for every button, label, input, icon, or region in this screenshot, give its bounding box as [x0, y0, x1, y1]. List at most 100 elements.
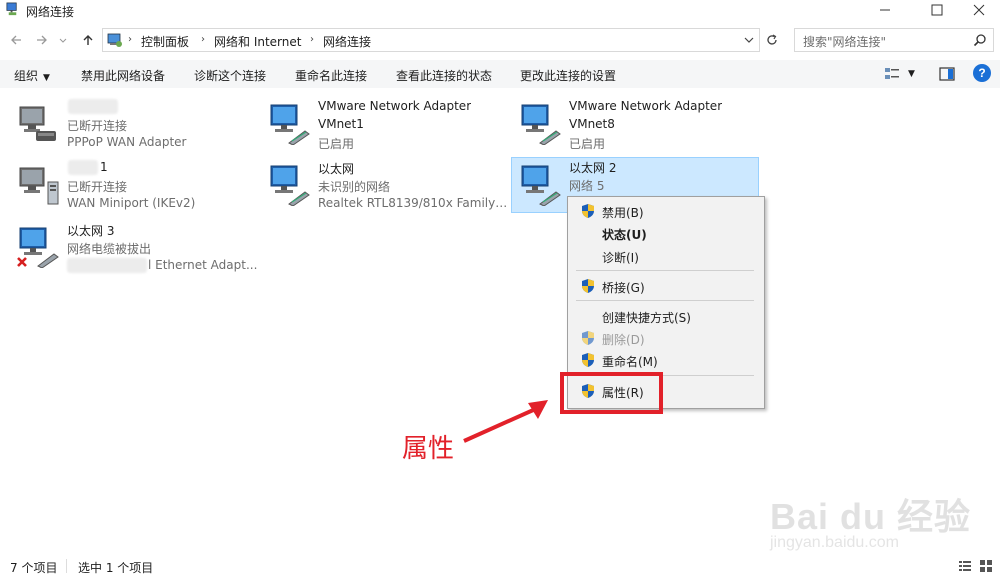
redacted-name: [68, 160, 98, 175]
highlight-box: [560, 372, 663, 414]
menu-item-rename[interactable]: 重命名(M): [570, 349, 762, 371]
connection-item-vmnet1[interactable]: VMware Network Adapter VMnet1 已启用: [263, 97, 511, 153]
connection-name: VMware Network Adapter: [318, 99, 472, 113]
back-button[interactable]: [8, 32, 24, 48]
watermark-brand: Bai du 经验: [770, 496, 972, 537]
connection-name: 以太网 2: [569, 161, 617, 175]
close-button[interactable]: [956, 0, 1000, 20]
search-placeholder: 搜索"网络连接": [803, 35, 887, 49]
menu-item-label: 禁用(B): [602, 206, 644, 220]
address-bar[interactable]: › 控制面板 › 网络和 Internet › 网络连接: [102, 28, 760, 52]
up-button[interactable]: [80, 32, 96, 48]
menu-separator: [576, 300, 754, 301]
chevron-down-icon[interactable]: [743, 34, 755, 46]
change-settings-button[interactable]: 更改此连接的设置: [520, 67, 616, 84]
connection-item-ethernet-3[interactable]: 以太网 3 网络电缆被拔出 l Ethernet Adapt...: [12, 220, 260, 276]
vpn-connection-icon: [19, 167, 59, 205]
selected-count: 选中 1 个项目: [78, 561, 154, 575]
connection-name: 以太网 3: [67, 224, 115, 238]
disable-device-button[interactable]: 禁用此网络设备: [81, 67, 165, 84]
search-box[interactable]: 搜索"网络连接": [794, 28, 994, 52]
redacted-device: [67, 258, 147, 273]
rename-button[interactable]: 重命名此连接: [295, 67, 367, 84]
connection-status: VMnet8: [569, 117, 615, 131]
connection-device: l Ethernet Adapt...: [148, 258, 258, 272]
view-status-button[interactable]: 查看此连接的状态: [396, 67, 492, 84]
menu-item-disable[interactable]: 禁用(B): [570, 200, 762, 222]
connection-status: 已断开连接: [67, 119, 128, 133]
organize-label: 组织: [14, 69, 39, 83]
connection-item-wan-miniport[interactable]: 1 已断开连接 WAN Miniport (IKEv2): [12, 158, 260, 214]
annotation-label: 属性: [402, 434, 455, 464]
breadcrumb-separator: ›: [201, 34, 205, 45]
maximize-icon: [931, 4, 943, 16]
breadcrumb-control-panel[interactable]: 控制面板: [141, 33, 189, 50]
menu-item-create-shortcut[interactable]: 创建快捷方式(S): [570, 305, 762, 327]
minimize-button[interactable]: [862, 0, 908, 20]
arrow-left-icon: [11, 35, 21, 45]
large-icons-view-icon[interactable]: [979, 559, 993, 573]
breadcrumb-network-internet[interactable]: 网络和 Internet: [214, 33, 301, 50]
menu-item-status[interactable]: 状态(U): [570, 222, 762, 244]
connection-name: 以太网: [318, 162, 355, 176]
search-icon[interactable]: [973, 33, 987, 47]
connection-device: Realtek RTL8139/810x Family F...: [318, 196, 508, 210]
maximize-button[interactable]: [914, 0, 960, 20]
connection-item-vmnet8[interactable]: VMware Network Adapter VMnet8 已启用: [514, 97, 762, 153]
window-title: 网络连接: [26, 5, 75, 19]
uac-shield-icon: [582, 331, 594, 345]
refresh-icon: [767, 34, 777, 45]
refresh-button[interactable]: [762, 30, 782, 50]
network-adapter-icon: [521, 165, 561, 206]
uac-shield-icon: [582, 279, 594, 293]
menu-item-label: 桥接(G): [602, 281, 645, 295]
menu-item-delete: 删除(D): [570, 327, 762, 349]
connection-status: VMnet1: [318, 117, 364, 131]
menu-item-label: 诊断(I): [602, 251, 639, 265]
forward-button[interactable]: [34, 32, 50, 48]
command-bar: 组织 ▼ 禁用此网络设备 诊断这个连接 重命名此连接 查看此连接的状态 更改此连接…: [0, 60, 1000, 88]
minimize-icon: [880, 9, 890, 11]
annotation-arrow-icon: [463, 400, 548, 443]
menu-item-label: 创建快捷方式(S): [602, 311, 691, 325]
connection-status: 网络电缆被拔出: [67, 242, 152, 256]
network-connections-icon: [6, 2, 17, 16]
change-view-icon[interactable]: [884, 66, 900, 82]
details-view-icon[interactable]: [958, 559, 972, 573]
baidu-watermark: Bai du 经验 jingyan.baidu.com: [766, 488, 996, 558]
organize-menu[interactable]: 组织 ▼: [14, 67, 50, 84]
menu-item-diagnose[interactable]: 诊断(I): [570, 245, 762, 267]
recent-locations-button[interactable]: [58, 32, 68, 48]
help-button[interactable]: ?: [973, 64, 991, 82]
network-adapter-icon: [270, 104, 310, 145]
status-separator: [66, 559, 67, 573]
breadcrumb-separator: ›: [128, 34, 132, 45]
status-bar: 7 个项目 选中 1 个项目: [0, 557, 1000, 575]
item-count: 7 个项目: [10, 561, 58, 575]
network-adapter-icon: [521, 104, 561, 145]
control-panel-icon: [107, 33, 122, 47]
close-icon: [973, 4, 985, 16]
view-options-dropdown[interactable]: ▼: [908, 69, 915, 79]
arrow-up-icon: [83, 35, 93, 45]
connection-name: VMware Network Adapter: [569, 99, 723, 113]
connection-status: 已断开连接: [67, 180, 128, 194]
redacted-name: [68, 99, 118, 114]
title-bar: 网络连接: [0, 0, 1000, 20]
breadcrumb-separator: ›: [310, 34, 314, 45]
uac-shield-icon: [582, 353, 594, 367]
connection-device: 已启用: [569, 137, 606, 151]
connection-status: 未识别的网络: [318, 180, 391, 194]
watermark-url: jingyan.baidu.com: [770, 534, 899, 551]
connection-device: WAN Miniport (IKEv2): [67, 196, 196, 210]
connection-item-pppop[interactable]: 已断开连接 PPPoP WAN Adapter: [12, 97, 260, 153]
arrow-right-icon: [37, 35, 47, 45]
connection-device: PPPoP WAN Adapter: [67, 135, 187, 149]
connection-item-ethernet[interactable]: 以太网 未识别的网络 Realtek RTL8139/810x Family F…: [263, 158, 511, 214]
breadcrumb-network-connections[interactable]: 网络连接: [323, 33, 371, 50]
diagnose-button[interactable]: 诊断这个连接: [194, 67, 266, 84]
menu-separator: [576, 270, 754, 271]
menu-item-bridge[interactable]: 桥接(G): [570, 275, 762, 297]
preview-pane-icon[interactable]: [939, 66, 955, 82]
menu-item-label: 重命名(M): [602, 355, 658, 369]
